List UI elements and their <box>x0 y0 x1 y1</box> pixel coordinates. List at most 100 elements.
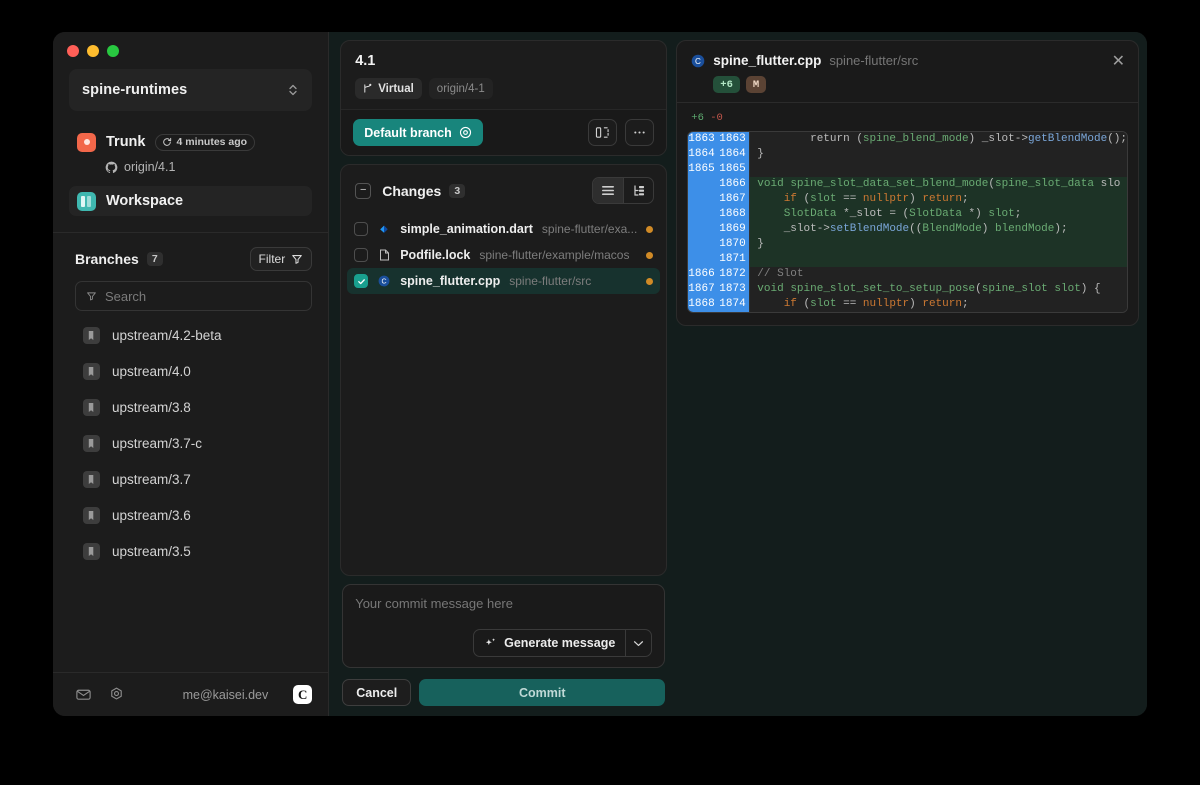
sidebar-item-trunk[interactable]: Trunk 4 minutes ago <box>69 127 312 157</box>
lane-more-button[interactable] <box>625 119 655 146</box>
mail-icon[interactable] <box>75 686 92 703</box>
diff-line-code: SlotData *_slot = (SlotData *) slot; <box>783 208 1022 220</box>
generate-message-dropdown[interactable] <box>625 630 651 656</box>
file-preview-path: spine-flutter/src <box>829 53 919 68</box>
user-email: me@kaisei.dev <box>182 687 269 702</box>
changed-file-row[interactable]: simple_animation.dart spine-flutter/exa.… <box>347 216 660 242</box>
default-branch-label: Default branch <box>364 125 452 140</box>
changes-count: 3 <box>449 183 466 198</box>
gear-icon[interactable] <box>108 686 125 703</box>
branch-icon <box>83 542 100 560</box>
file-preview-badges: +6 M <box>713 76 1124 93</box>
svg-text:C: C <box>695 57 701 66</box>
side-by-side-icon <box>596 127 609 138</box>
list-view-icon <box>602 186 615 195</box>
lane-tag-virtual[interactable]: Virtual <box>355 78 422 99</box>
diff-old-line-number: 1865 <box>688 162 720 177</box>
commit-button[interactable]: Commit <box>419 679 666 706</box>
diff-old-line-number <box>688 192 720 207</box>
sidebar-item-workspace-label: Workspace <box>106 193 184 209</box>
commit-area: Your commit message here Generate messag… <box>340 584 667 706</box>
branch-list-item[interactable]: upstream/3.8 <box>75 389 312 425</box>
diff-line-code: // Slot <box>757 268 804 280</box>
branch-list-item[interactable]: upstream/4.2-beta <box>75 317 312 353</box>
diff-line: 1868 SlotData *_slot = (SlotData *) slot… <box>688 207 1127 222</box>
lane-header: 4.1 Virtual origin/4-1 <box>341 41 666 109</box>
changed-file-name: simple_animation.dart <box>400 222 533 236</box>
close-icon[interactable]: ✕ <box>1112 54 1125 70</box>
changes-view-toggle <box>592 177 655 204</box>
diff-line-code: void spine_slot_data_set_blend_mode(spin… <box>757 178 1121 190</box>
diff-old-line-number <box>688 222 720 237</box>
commit-message-input[interactable]: Your commit message here <box>355 596 652 611</box>
branch-list-item[interactable]: upstream/3.7-c <box>75 425 312 461</box>
github-icon <box>105 161 118 173</box>
close-window-button[interactable] <box>67 45 79 57</box>
additions-badge: +6 <box>713 76 740 93</box>
branch-search-box[interactable] <box>75 281 313 311</box>
file-preview-column: C spine_flutter.cpp spine-flutter/src ✕ … <box>676 32 1147 716</box>
view-list-button[interactable] <box>593 178 624 203</box>
collapse-changes-button[interactable]: − <box>355 182 372 199</box>
branches-title: Branches <box>75 251 139 267</box>
diff-line: 1866 1872 // Slot <box>688 267 1127 282</box>
branches-filter-button[interactable]: Filter <box>249 247 313 271</box>
diff-line: 1869 _slot->setBlendMode((BlendMode) ble… <box>688 222 1127 237</box>
branch-list-item-label: upstream/3.7-c <box>112 435 203 451</box>
sidebar-item-workspace[interactable]: Workspace <box>69 186 313 216</box>
file-checkbox[interactable] <box>354 222 369 236</box>
branches-count: 7 <box>146 252 163 266</box>
commit-message-box[interactable]: Your commit message here Generate messag… <box>342 584 666 668</box>
diff-new-line-number: 1869 <box>719 222 751 237</box>
lane-column: 4.1 Virtual origin/4-1 Default branch − … <box>329 32 677 716</box>
file-checkbox[interactable] <box>354 274 369 288</box>
branch-list-item[interactable]: upstream/3.6 <box>75 497 312 533</box>
branches-filter-label: Filter <box>258 252 286 266</box>
view-tree-button[interactable] <box>623 178 653 203</box>
diff-viewer[interactable]: 1863 1863 return (spine_blend_mode) _slot… <box>677 131 1138 325</box>
diff-line-code: return (spine_blend_mode) _slot->getBlen… <box>757 133 1127 145</box>
file-checkbox[interactable] <box>354 248 369 262</box>
lane-tag-origin[interactable]: origin/4-1 <box>428 78 493 99</box>
branch-list-item[interactable]: upstream/3.7 <box>75 461 312 497</box>
diff-new-line-number: 1871 <box>719 252 751 267</box>
branch-search-input[interactable] <box>104 288 302 304</box>
branch-icon <box>83 470 100 488</box>
diff-old-line-number <box>688 237 720 252</box>
branch-list-item[interactable]: upstream/4.0 <box>75 353 312 389</box>
repository-name: spine-runtimes <box>82 82 188 98</box>
changed-file-row[interactable]: Podfile.lock spine-flutter/example/macos <box>347 242 660 268</box>
cancel-button[interactable]: Cancel <box>342 679 412 706</box>
diff-stat-added: +6 <box>691 112 704 124</box>
default-branch-button[interactable]: Default branch <box>353 119 483 146</box>
diff-new-line-number: 1870 <box>719 237 751 252</box>
trunk-origin-row[interactable]: origin/4.1 <box>69 160 312 174</box>
side-by-side-view-button[interactable] <box>588 119 618 146</box>
changed-file-path: spine-flutter/example/macos <box>479 248 630 262</box>
diff-old-line-number: 1863 <box>688 132 720 147</box>
target-icon <box>459 126 471 139</box>
sidebar-nav: Trunk 4 minutes ago origin/4.1 Workspace <box>53 127 328 216</box>
minimize-window-button[interactable] <box>87 45 99 57</box>
repository-selector[interactable]: spine-runtimes <box>69 69 313 111</box>
diff-old-line-number <box>688 177 720 192</box>
avatar[interactable]: C <box>293 685 313 704</box>
diff-new-line-number: 1863 <box>719 132 751 147</box>
file-status-dot <box>646 277 654 285</box>
branch-list-item[interactable]: upstream/3.5 <box>75 533 312 569</box>
changed-file-row[interactable]: C spine_flutter.cpp spine-flutter/src <box>347 268 661 294</box>
diff-line-code <box>750 162 1127 177</box>
lane-tag-origin-label: origin/4-1 <box>436 82 485 95</box>
diff-old-line-number <box>688 207 720 222</box>
branch-list-item-label: upstream/3.6 <box>112 507 191 523</box>
sidebar-footer: me@kaisei.dev C <box>53 672 329 716</box>
generate-message-group: Generate message <box>473 629 653 657</box>
changed-file-name: Podfile.lock <box>400 248 471 262</box>
maximize-window-button[interactable] <box>107 45 119 57</box>
generate-message-button[interactable]: Generate message <box>474 630 625 656</box>
changes-card: − Changes 3 simple_animation.dart spine-… <box>340 164 668 576</box>
chevron-down-icon <box>634 640 644 646</box>
branch-list-item-label: upstream/3.5 <box>112 543 191 559</box>
diff-line: 1866 void spine_slot_data_set_blend_mode(… <box>688 177 1127 192</box>
trunk-last-fetch-badge[interactable]: 4 minutes ago <box>155 133 256 151</box>
